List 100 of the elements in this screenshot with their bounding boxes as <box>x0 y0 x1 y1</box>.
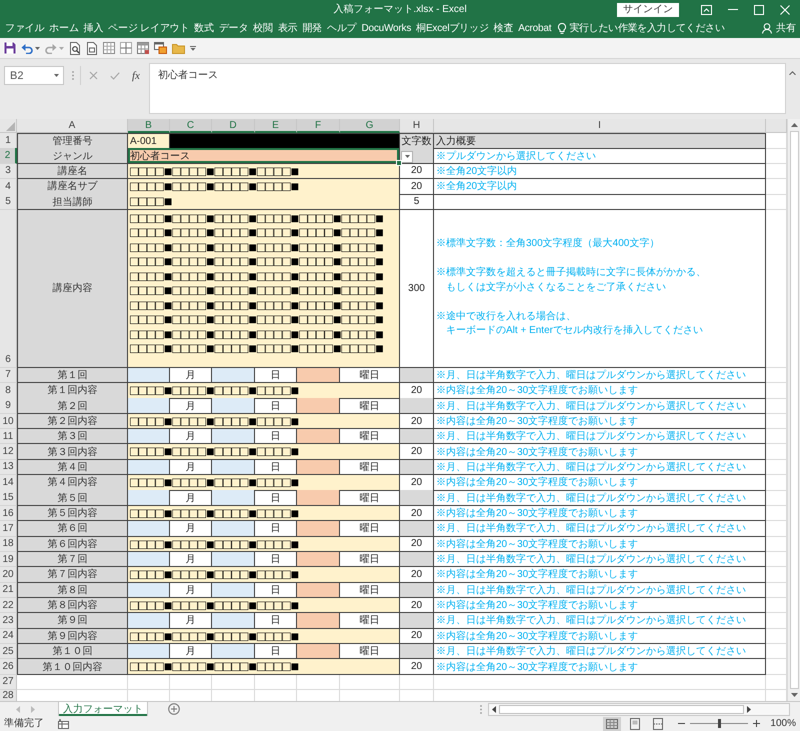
small-table-icon[interactable] <box>58 718 69 728</box>
scroll-up-icon[interactable] <box>790 123 798 127</box>
column-header[interactable]: G <box>340 119 400 133</box>
row-header[interactable]: 5 <box>0 194 17 210</box>
ribbon-tab[interactable]: 検査 <box>492 21 514 36</box>
formula-input[interactable]: 初心者コース <box>148 63 786 114</box>
share-button[interactable]: 共有 <box>762 22 796 35</box>
day-input-cell[interactable] <box>212 582 255 598</box>
chevron-up-icon[interactable] <box>789 71 796 75</box>
weekday-input-cell[interactable] <box>297 490 340 506</box>
row-header[interactable]: 27 <box>0 674 17 690</box>
text-input-cell[interactable]: □□□□■□□□□■□□□□■□□□□■ <box>128 536 400 552</box>
month-input-cell[interactable] <box>128 429 170 444</box>
ribbon-tab[interactable]: ヘルプ <box>326 21 358 36</box>
row-header[interactable]: 10 <box>0 414 17 430</box>
genre-input-cell[interactable]: 初心者コース <box>128 148 400 164</box>
weekday-input-cell[interactable] <box>297 460 340 476</box>
text-input-cell[interactable]: □□□□■□□□□■□□□□■□□□□■ <box>128 628 400 644</box>
text-input-cell[interactable]: □□□□■□□□□■□□□□■□□□□■ <box>128 659 400 675</box>
normal-view-icon[interactable] <box>603 716 622 730</box>
weekday-input-cell[interactable] <box>297 429 340 444</box>
page-icon[interactable] <box>86 42 98 54</box>
ribbon-display-options-icon[interactable] <box>701 4 712 14</box>
add-sheet-icon[interactable] <box>168 703 180 715</box>
row-header[interactable]: 28 <box>0 690 17 701</box>
id-input-cell[interactable]: A-001 <box>128 133 170 149</box>
ribbon-tab[interactable]: 挿入 <box>82 21 104 36</box>
day-input-cell[interactable] <box>212 490 255 506</box>
row-header[interactable]: 18 <box>0 536 17 552</box>
row-header[interactable]: 17 <box>0 521 17 536</box>
month-input-cell[interactable] <box>128 644 170 660</box>
day-input-cell[interactable] <box>212 429 255 444</box>
day-input-cell[interactable] <box>212 521 255 536</box>
weekday-input-cell[interactable] <box>297 521 340 536</box>
caret-icon[interactable] <box>35 46 40 50</box>
text-input-cell[interactable]: □□□□■□□□□■□□□□■□□□□■□□□□■□□□□■ □□□□■□□□□■□□□□■□□□□■□□□□■□□□□■ □□□□■□□□□■□□□□■□□□□■□□□□■□□□□■ □□□□■□□□□■□□□□■□□□□■□□□□■□□□□■ □□□□■□□□□■□□□□■□□□□■□□□□■□□□□■ □□□□■□□□□■□□□□■□□□□■□□□□■□□□□■ □□□□■□□□□■□□□□■□□□□■□□□□■□□□□■ □□□□■□□□□■□□□□■□□□□■□□□□■□□□□■ □□□□■□□□□■□□□□■□□□□■□□□□■□□□□■ □□□□■□□□□■□□□□■□□□□■□□□□■□□□□■ <box>128 210 400 368</box>
month-input-cell[interactable] <box>128 552 170 568</box>
row-header[interactable]: 3 <box>0 164 17 180</box>
text-input-cell[interactable]: □□□□■□□□□■□□□□■□□□□■ <box>128 414 400 430</box>
row-header[interactable]: 8 <box>0 383 17 399</box>
sheet-tab[interactable]: 入力フォーマット <box>58 702 148 716</box>
row-header[interactable]: 24 <box>0 628 17 644</box>
ribbon-tab[interactable]: ファイル <box>4 21 46 36</box>
column-header[interactable]: C <box>170 119 212 133</box>
month-input-cell[interactable] <box>128 521 170 536</box>
windows-icon[interactable] <box>154 42 167 54</box>
month-input-cell[interactable] <box>128 398 170 414</box>
month-input-cell[interactable] <box>128 368 170 384</box>
row-header[interactable]: 13 <box>0 460 17 476</box>
text-input-cell[interactable]: □□□□■□□□□■□□□□■□□□□■ <box>128 444 400 460</box>
row-header[interactable]: 12 <box>0 444 17 460</box>
month-input-cell[interactable] <box>128 613 170 629</box>
scroll-right-icon[interactable] <box>747 706 751 712</box>
dropdown-button[interactable] <box>401 150 413 163</box>
day-input-cell[interactable] <box>212 644 255 660</box>
column-header[interactable]: I <box>434 119 766 133</box>
tell-me-search[interactable]: 実行したい作業を入力してください <box>558 22 725 35</box>
empty-cell[interactable] <box>434 194 766 210</box>
ribbon-tab[interactable]: 開発 <box>301 21 324 36</box>
day-input-cell[interactable] <box>212 368 255 384</box>
caret-icon[interactable] <box>190 46 196 50</box>
row-header[interactable]: 21 <box>0 582 17 598</box>
scrollbar-thumb[interactable] <box>790 131 798 689</box>
row-header[interactable]: 7 <box>0 368 17 384</box>
ribbon-tab[interactable]: 校閲 <box>252 21 274 36</box>
ribbon-tab[interactable]: ホーム <box>48 21 80 36</box>
undo-icon[interactable] <box>21 42 33 54</box>
weekday-input-cell[interactable] <box>297 398 340 414</box>
insert-function-button[interactable]: fx <box>132 70 140 82</box>
weekday-input-cell[interactable] <box>297 613 340 629</box>
day-input-cell[interactable] <box>212 460 255 476</box>
name-box[interactable]: B2 <box>4 66 64 85</box>
fill-handle[interactable] <box>396 160 402 166</box>
row-header[interactable]: 4 <box>0 179 17 195</box>
row-header[interactable]: 9 <box>0 398 17 414</box>
text-input-cell[interactable]: □□□□■□□□□■□□□□■□□□□■ <box>128 567 400 583</box>
ribbon-tab[interactable]: 数式 <box>193 21 215 36</box>
save-icon[interactable] <box>4 42 16 54</box>
horizontal-scrollbar[interactable] <box>488 702 790 716</box>
text-input-cell[interactable]: □□□□■□□□□■□□□□■□□□□■ <box>128 179 400 195</box>
column-header[interactable]: E <box>255 119 297 133</box>
row-header[interactable]: 14 <box>0 475 17 491</box>
row-header[interactable]: 1 <box>0 133 17 149</box>
row-header[interactable]: 22 <box>0 598 17 614</box>
ribbon-tab[interactable]: ページ レイアウト <box>107 21 190 36</box>
scroll-left-icon[interactable] <box>492 706 496 712</box>
month-input-cell[interactable] <box>128 582 170 598</box>
close-icon[interactable] <box>780 4 790 14</box>
ribbon-tab[interactable]: 表示 <box>276 21 298 36</box>
day-input-cell[interactable] <box>212 613 255 629</box>
month-input-cell[interactable] <box>128 460 170 476</box>
sign-in-button[interactable]: サインイン <box>617 2 679 16</box>
ribbon-tab[interactable]: Acrobat <box>517 21 552 36</box>
column-header[interactable]: B <box>128 119 170 133</box>
column-header[interactable]: H <box>400 119 434 133</box>
ribbon-tab[interactable]: データ <box>218 21 250 36</box>
column-header[interactable]: D <box>212 119 255 133</box>
row-header[interactable]: 19 <box>0 552 17 568</box>
row-header[interactable]: 11 <box>0 429 17 444</box>
zoom-level[interactable]: 100% <box>770 717 796 730</box>
